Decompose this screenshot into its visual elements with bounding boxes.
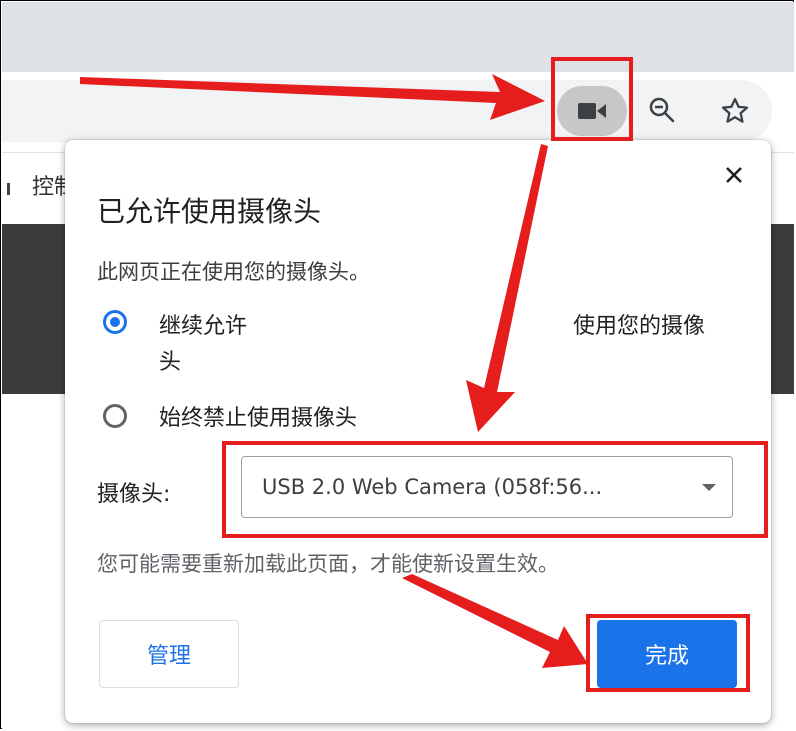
zoom-button[interactable] [642,90,682,130]
allow-radio[interactable] [103,310,127,334]
tab-strip [2,2,794,72]
manage-button[interactable]: 管理 [99,620,239,688]
annotation-box-select [222,441,768,538]
reload-note: 您可能需要重新加载此页面，才能使新设置生效。 [97,552,559,576]
zoom-out-icon [649,97,675,123]
annotation-box-camera [551,57,633,141]
allow-option-label-wrap[interactable]: 头 [159,344,181,376]
block-option-label[interactable]: 始终禁止使用摄像头 [159,400,357,432]
allow-option-label[interactable]: 继续允许 [159,308,247,340]
close-icon [726,167,742,183]
bookmark-star-button[interactable] [714,90,756,132]
close-button[interactable] [719,160,749,190]
bookmark-separator [7,183,10,195]
star-icon [721,98,749,123]
camera-label: 摄像头: [97,482,171,507]
annotation-box-done [586,614,750,692]
allow-option-label-end[interactable]: 使用您的摄像 [573,308,705,340]
popup-title: 已允许使用摄像头 [97,195,322,228]
block-radio[interactable] [103,404,127,428]
popup-description: 此网页正在使用您的摄像头。 [97,260,370,284]
